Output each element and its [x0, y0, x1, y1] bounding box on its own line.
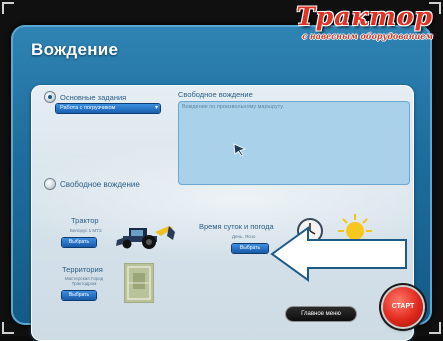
frame-corner — [2, 322, 14, 334]
task-select-value: Работа с погрузчиком — [60, 105, 116, 111]
territory-map-thumbnail — [124, 263, 154, 303]
select-tractor-button[interactable]: Выбрать — [62, 238, 96, 247]
tractor-image — [116, 226, 175, 249]
brand-title: Трактор — [296, 2, 433, 31]
frame-corner — [429, 322, 441, 334]
game-screen: Вождение Трактор с навесным оборудование… — [0, 0, 443, 341]
free-driving-label: Свободное вождение — [60, 180, 140, 189]
territory-label: Территория — [62, 265, 103, 274]
basic-tasks-label: Основные задания — [60, 93, 127, 102]
task-select[interactable]: Работа с погрузчиком ▾ — [56, 104, 160, 113]
free-driving-header: Свободное вождение — [178, 90, 253, 99]
page-title: Вождение — [31, 40, 119, 59]
frame-corner — [2, 2, 14, 14]
tractor-label: Трактор — [71, 216, 99, 225]
start-button[interactable]: СТАРТ — [383, 287, 423, 327]
brand-logo: Трактор с навесным оборудованием — [293, 3, 433, 47]
mode-description-text: Вождение по произвольному маршруту. — [182, 104, 285, 110]
brand-subtitle: с навесным оборудованием — [302, 31, 433, 41]
territory-info: Мастерская Город Трактодром — [64, 276, 104, 286]
mouse-cursor-icon — [233, 143, 247, 157]
mode-description-box: Вождение по произвольному маршруту. — [178, 101, 410, 185]
select-time-weather-button[interactable]: Выбрать — [232, 244, 268, 253]
chevron-down-icon: ▾ — [154, 105, 158, 111]
time-weather-info: День, Ясно — [232, 234, 256, 239]
main-menu-button[interactable]: Главное меню — [286, 307, 356, 321]
basic-tasks-radio[interactable] — [45, 92, 55, 102]
tractor-model: Белорус 1 МТЗ — [70, 228, 102, 233]
pointer-arrow-icon — [270, 226, 407, 282]
time-weather-label: Время суток и погода — [199, 222, 274, 231]
select-territory-button[interactable]: Выбрать — [62, 291, 96, 300]
free-driving-radio[interactable] — [45, 179, 55, 189]
